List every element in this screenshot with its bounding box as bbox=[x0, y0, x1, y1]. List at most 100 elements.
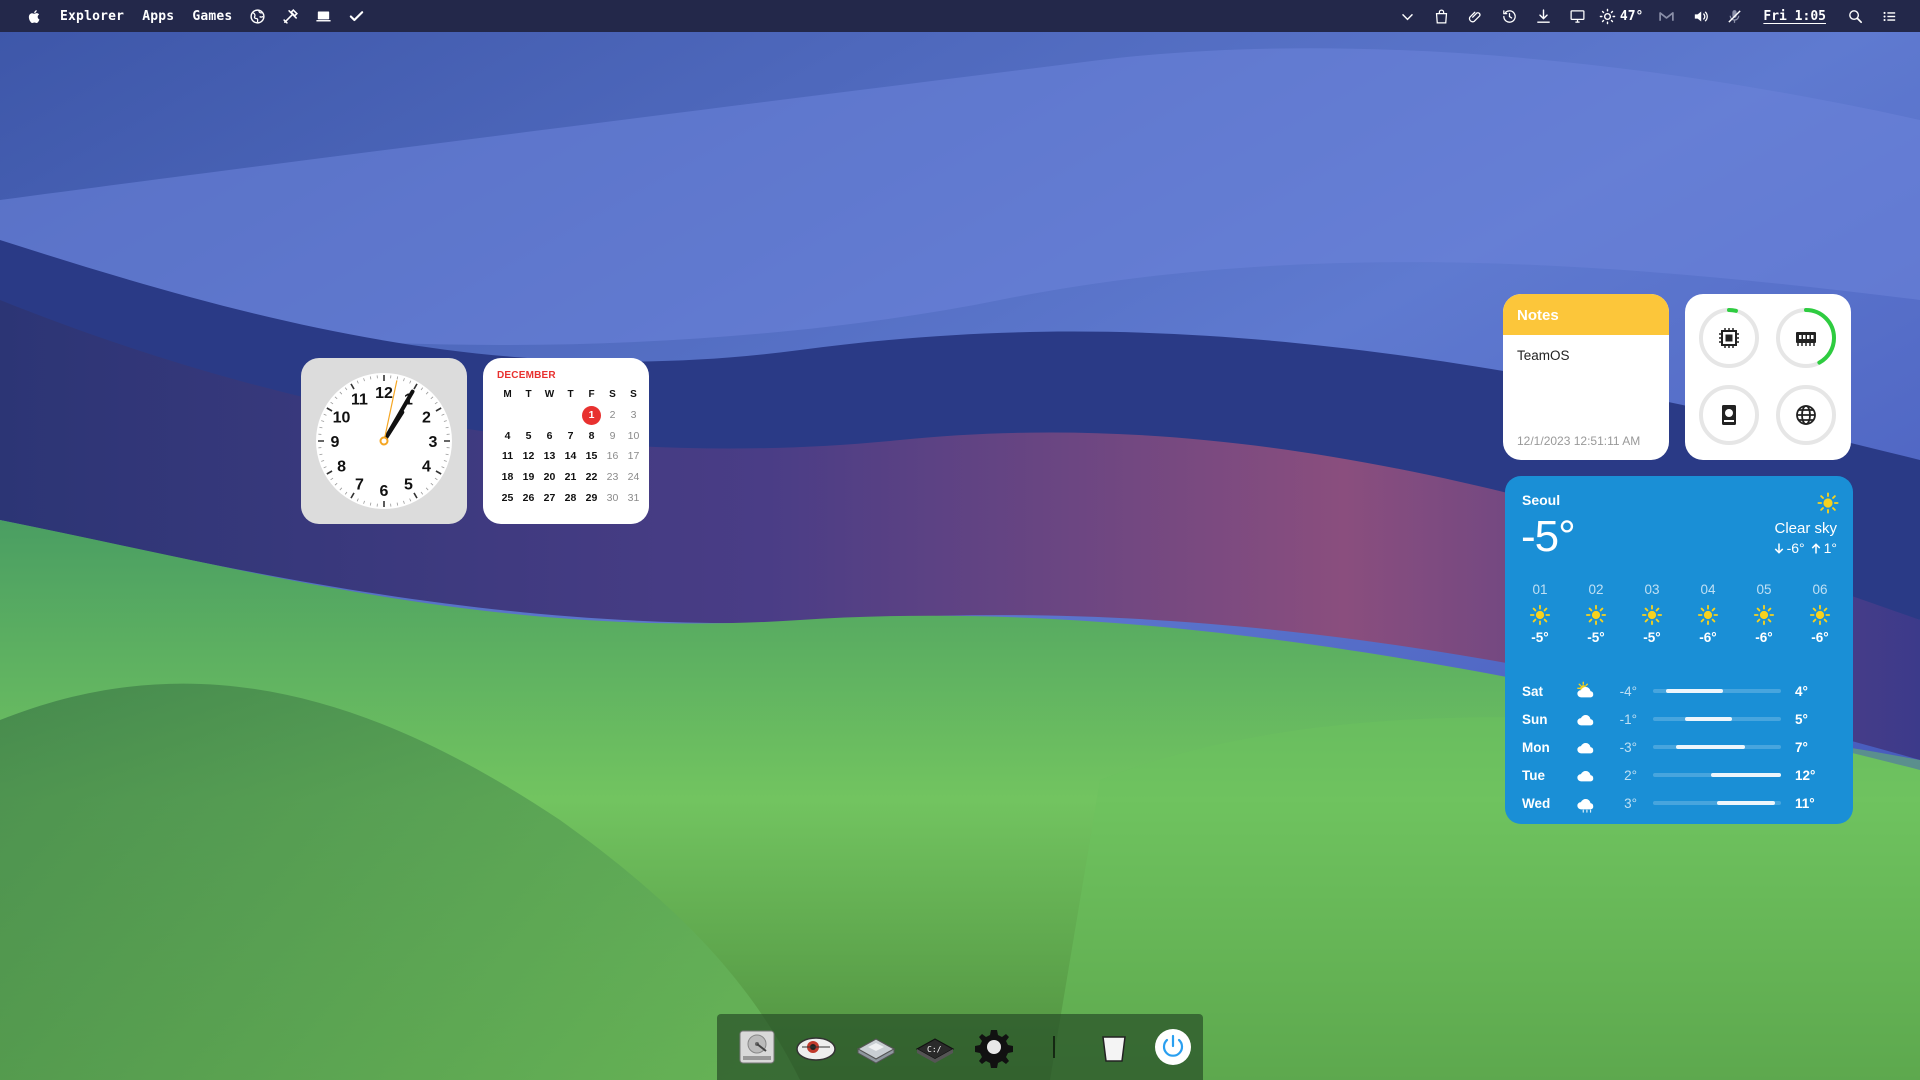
calendar-weekday: T bbox=[525, 388, 532, 400]
hourly-item: 01 -5° bbox=[1517, 582, 1563, 645]
notes-title: Notes bbox=[1503, 294, 1669, 335]
disk-utility-icon[interactable] bbox=[846, 1017, 905, 1077]
hourly-hour: 04 bbox=[1700, 582, 1716, 597]
weather-widget[interactable]: Seoul -5° Clear sky -6° 1° 01 -5° 02 -5° 03 -… bbox=[1505, 476, 1853, 824]
calendar-day[interactable]: 23 bbox=[602, 467, 623, 488]
daily-day: Sat bbox=[1522, 683, 1544, 699]
mic-off-icon[interactable] bbox=[1717, 0, 1751, 32]
search-icon[interactable] bbox=[1838, 0, 1872, 32]
calendar-day[interactable]: 19 bbox=[518, 467, 539, 488]
calendar-day[interactable]: 5 bbox=[518, 425, 539, 446]
hourly-item: 05 -6° bbox=[1741, 582, 1787, 645]
calendar-day[interactable]: 13 bbox=[539, 446, 560, 467]
globe-icon[interactable] bbox=[241, 0, 274, 32]
menu-bar: Explorer Apps Games 47° Fri 1:05 bbox=[0, 0, 1920, 32]
calendar-day[interactable]: 24 bbox=[623, 467, 644, 488]
hourly-temp: -5° bbox=[1587, 630, 1605, 645]
chevron-down-icon[interactable] bbox=[1391, 0, 1425, 32]
calendar-day[interactable]: 31 bbox=[623, 487, 644, 508]
notes-widget[interactable]: Notes TeamOS 12/1/2023 12:51:11 AM bbox=[1503, 294, 1669, 460]
daily-day: Wed bbox=[1522, 795, 1551, 811]
settings-gear-icon[interactable] bbox=[965, 1017, 1024, 1077]
calendar-day[interactable]: 11 bbox=[497, 446, 518, 467]
system-monitor-widget[interactable] bbox=[1685, 294, 1851, 460]
calendar-day[interactable]: 17 bbox=[623, 446, 644, 467]
menu-explorer[interactable]: Explorer bbox=[51, 0, 133, 32]
notes-content[interactable]: TeamOS bbox=[1503, 335, 1669, 427]
clock-number: 5 bbox=[404, 476, 413, 493]
calendar-day[interactable]: 7 bbox=[560, 425, 581, 446]
temperature-range-bar bbox=[1653, 801, 1781, 805]
gmail-icon[interactable] bbox=[1649, 0, 1683, 32]
calendar-day[interactable]: 26 bbox=[518, 487, 539, 508]
dock: C:/ bbox=[717, 1014, 1203, 1080]
hourly-hour: 01 bbox=[1532, 582, 1548, 597]
daily-forecast: Sat -4° 4° Sun -1° 5° Mon -3° 7° Tue 2° 12° Wed 3° 11° bbox=[1522, 677, 1838, 817]
hourly-hour: 03 bbox=[1644, 582, 1660, 597]
calendar-day[interactable]: 28 bbox=[560, 487, 581, 508]
trash-icon[interactable] bbox=[1084, 1017, 1143, 1077]
menu-apps[interactable]: Apps bbox=[133, 0, 183, 32]
sun-icon bbox=[1817, 492, 1839, 514]
calendar-empty bbox=[518, 405, 539, 426]
laptop-icon[interactable] bbox=[307, 0, 340, 32]
calendar-day[interactable]: 2 bbox=[602, 405, 623, 426]
calendar-day[interactable]: 25 bbox=[497, 487, 518, 508]
hourly-forecast: 01 -5° 02 -5° 03 -5° 04 -6° 05 -6° 06 -6° bbox=[1517, 582, 1843, 645]
calendar-day[interactable]: 3 bbox=[623, 405, 644, 426]
hourly-temp: -6° bbox=[1811, 630, 1829, 645]
checkmark-icon[interactable] bbox=[340, 0, 373, 32]
hourly-item: 02 -5° bbox=[1573, 582, 1619, 645]
calendar-weekday: M bbox=[503, 388, 512, 400]
calendar-day[interactable]: 12 bbox=[518, 446, 539, 467]
daily-low: 2° bbox=[1624, 767, 1637, 783]
calendar-day[interactable]: 29 bbox=[581, 487, 602, 508]
daily-low: -4° bbox=[1619, 683, 1637, 699]
calendar-today[interactable]: 1 bbox=[581, 405, 602, 426]
temperature-range-bar bbox=[1653, 717, 1781, 721]
calendar-day[interactable]: 14 bbox=[560, 446, 581, 467]
temperature-range-fill bbox=[1717, 801, 1775, 805]
paperclip-icon[interactable] bbox=[1459, 0, 1493, 32]
disk-icon bbox=[1722, 405, 1736, 425]
partly-cloudy-icon bbox=[1570, 681, 1602, 701]
calendar-day[interactable]: 20 bbox=[539, 467, 560, 488]
calendar-day[interactable]: 16 bbox=[602, 446, 623, 467]
daily-high: 5° bbox=[1795, 711, 1808, 727]
history-icon[interactable] bbox=[1493, 0, 1527, 32]
calendar-day[interactable]: 18 bbox=[497, 467, 518, 488]
list-icon[interactable] bbox=[1872, 0, 1906, 32]
calendar-day[interactable]: 15 bbox=[581, 446, 602, 467]
display-icon[interactable] bbox=[1561, 0, 1595, 32]
download-icon[interactable] bbox=[1527, 0, 1561, 32]
disk-gauge bbox=[1697, 383, 1761, 447]
volume-icon[interactable] bbox=[1683, 0, 1717, 32]
tools-icon[interactable] bbox=[274, 0, 307, 32]
calendar-day[interactable]: 22 bbox=[581, 467, 602, 488]
calendar-day[interactable]: 21 bbox=[560, 467, 581, 488]
calendar-day[interactable]: 27 bbox=[539, 487, 560, 508]
clock-widget[interactable]: 121234567891011 bbox=[301, 358, 467, 524]
temperature-range-bar bbox=[1653, 689, 1781, 693]
temperature-range-fill bbox=[1710, 773, 1781, 777]
browser-icon[interactable] bbox=[786, 1017, 845, 1077]
calendar-day[interactable]: 9 bbox=[602, 425, 623, 446]
temperature-range-bar bbox=[1653, 773, 1781, 777]
calendar-day[interactable]: 4 bbox=[497, 425, 518, 446]
shopping-bag-icon[interactable] bbox=[1425, 0, 1459, 32]
hard-drive-icon[interactable] bbox=[727, 1017, 786, 1077]
calendar-day[interactable]: 10 bbox=[623, 425, 644, 446]
menu-games[interactable]: Games bbox=[183, 0, 241, 32]
calendar-widget[interactable]: DECEMBER M T W T F S S 1 2 3 4 5 6 7 8 9 10 11 12 13 14 15 16 1… bbox=[483, 358, 649, 524]
apple-icon[interactable] bbox=[18, 0, 51, 32]
network-gauge bbox=[1774, 383, 1838, 447]
calendar-day[interactable]: 6 bbox=[539, 425, 560, 446]
calendar-weekday: S bbox=[630, 388, 637, 400]
power-icon[interactable] bbox=[1144, 1017, 1203, 1077]
calendar-day[interactable]: 8 bbox=[581, 425, 602, 446]
menubar-datetime[interactable]: Fri 1:05 bbox=[1751, 0, 1838, 32]
memory-icon bbox=[1796, 332, 1816, 346]
terminal-icon[interactable]: C:/ bbox=[905, 1017, 964, 1077]
weather-status[interactable]: 47° bbox=[1595, 0, 1649, 32]
calendar-day[interactable]: 30 bbox=[602, 487, 623, 508]
